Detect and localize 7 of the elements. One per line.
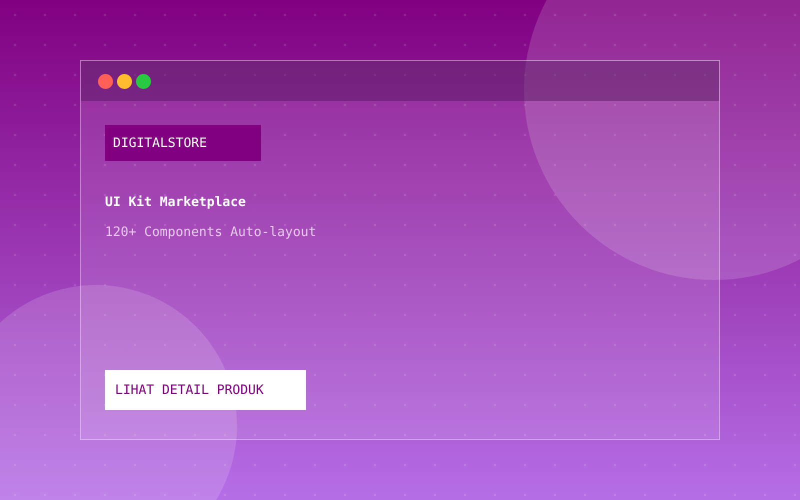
window-control-dot[interactable] [98, 74, 113, 88]
brand-label: DIGITALSTORE [105, 125, 261, 161]
product-subtitle: 120+ Components Auto-layout [105, 225, 316, 240]
product-title: UI Kit Marketplace [105, 195, 246, 210]
window-control-dot[interactable] [136, 74, 151, 88]
window-control-dot[interactable] [117, 74, 132, 88]
detail-button[interactable]: LIHAT DETAIL PRODUK [105, 370, 306, 410]
